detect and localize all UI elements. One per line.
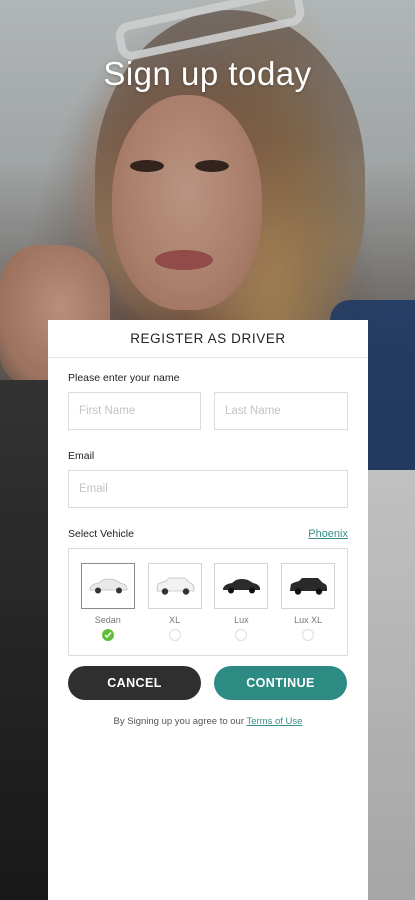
vehicle-section-label: Select Vehicle <box>68 528 134 540</box>
suv-icon <box>281 563 336 609</box>
vehicle-option-xl[interactable]: XL <box>147 563 203 655</box>
last-name-input[interactable] <box>214 392 348 430</box>
cancel-button[interactable]: CANCEL <box>68 666 201 700</box>
continue-button[interactable]: CONTINUE <box>214 666 347 700</box>
vehicle-option-sedan[interactable]: Sedan <box>80 563 136 655</box>
radio-button[interactable] <box>235 629 248 641</box>
car-icon <box>80 563 135 609</box>
email-input[interactable] <box>68 470 348 508</box>
terms-prefix: By Signing up you agree to our <box>113 716 244 727</box>
check-icon[interactable] <box>101 629 114 641</box>
vehicle-label: XL <box>169 615 181 625</box>
vehicle-option-lux[interactable]: Lux <box>213 563 269 655</box>
suv-icon <box>147 563 202 609</box>
city-link[interactable]: Phoenix <box>308 528 348 540</box>
name-section-label: Please enter your name <box>68 372 180 384</box>
register-card: REGISTER AS DRIVER Please enter your nam… <box>48 320 368 900</box>
hero-title: Sign up today <box>103 55 312 92</box>
radio-button[interactable] <box>168 629 181 641</box>
terms-text: By Signing up you agree to our Terms of … <box>48 716 368 727</box>
vehicle-selector: Sedan XL Lux Lux XL <box>68 548 348 656</box>
vehicle-label: Lux <box>234 615 249 625</box>
radio-button[interactable] <box>302 629 315 641</box>
car-icon <box>214 563 269 609</box>
vehicle-label: Sedan <box>94 615 121 625</box>
vehicle-label: Lux XL <box>294 615 323 625</box>
first-name-input[interactable] <box>68 392 201 430</box>
email-section-label: Email <box>68 450 95 462</box>
card-title: REGISTER AS DRIVER <box>48 320 368 358</box>
vehicle-option-lux-xl[interactable]: Lux XL <box>280 563 336 655</box>
terms-link[interactable]: Terms of Use <box>246 716 302 727</box>
